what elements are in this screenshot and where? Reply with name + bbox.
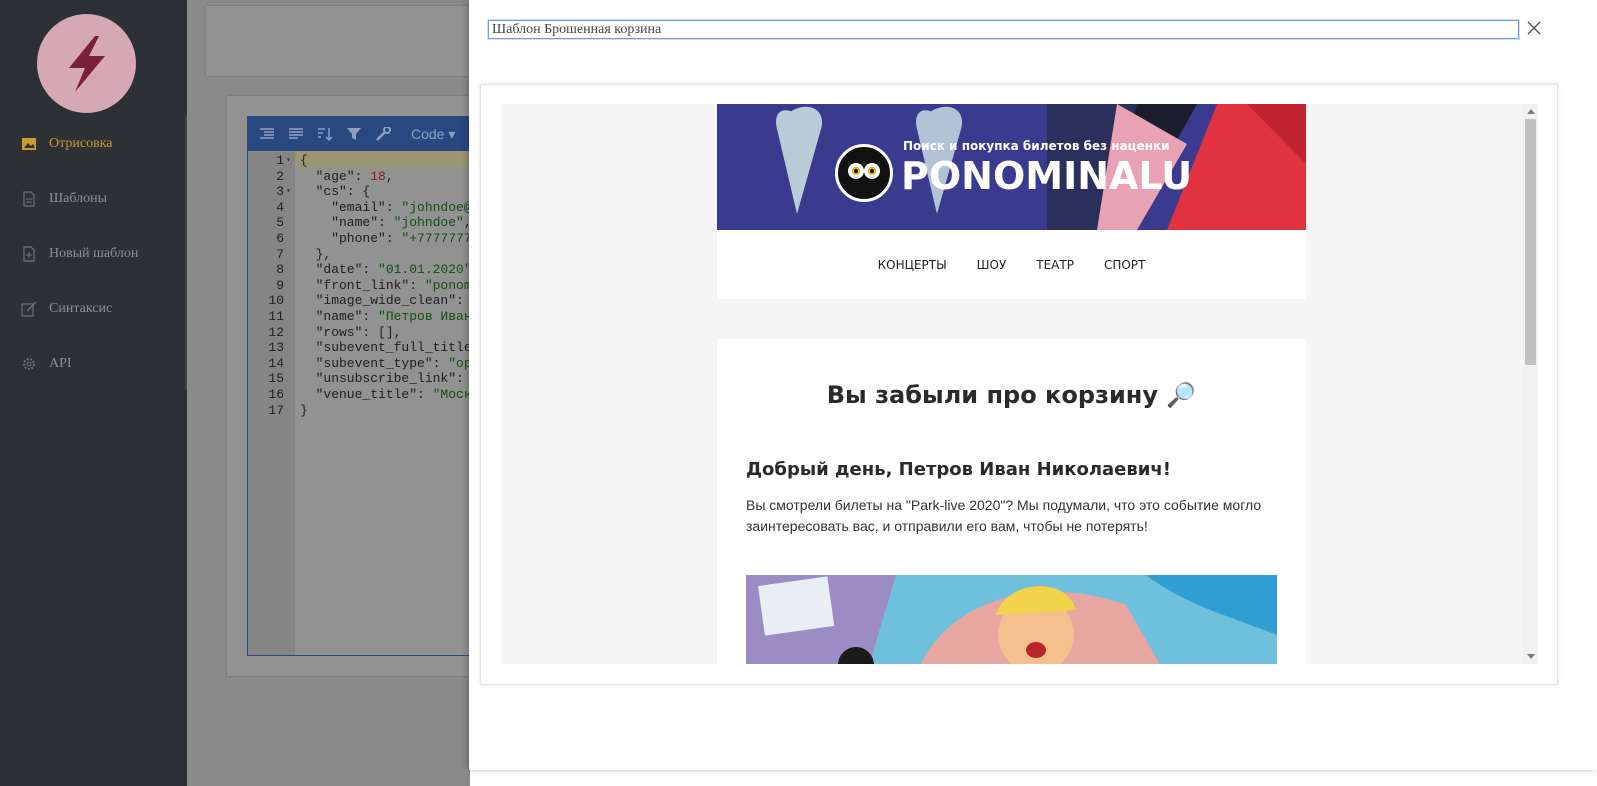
code-text: "subevent_type": "op <box>300 355 472 371</box>
image-icon <box>21 136 37 152</box>
code-text: }, <box>300 246 332 262</box>
sidebar-item-render[interactable]: Отрисовка <box>0 124 187 164</box>
file-plus-icon <box>21 246 37 262</box>
code-text: "rows": [], <box>300 324 402 340</box>
edit-icon <box>21 301 37 317</box>
code-text: "name": "johndoe", <box>300 215 472 231</box>
sidebar-item-label: Новый шаблон <box>49 246 139 261</box>
code-text: { <box>300 153 308 168</box>
line-number: 3 <box>276 184 284 200</box>
scroll-down-icon[interactable] <box>1527 654 1535 659</box>
code-text: "email": "johndoe@ <box>300 199 472 215</box>
close-icon[interactable] <box>1524 18 1544 38</box>
line-number: 10 <box>268 293 284 309</box>
line-number: 17 <box>268 402 284 418</box>
line-number: 15 <box>268 371 284 387</box>
sidebar-item-label: Синтаксис <box>49 301 113 316</box>
sort-icon[interactable] <box>312 122 337 147</box>
scroll-thumb[interactable] <box>1525 119 1536 365</box>
email-banner[interactable]: Поиск и покупка билетов без наценки PONO… <box>717 104 1306 230</box>
email-greeting: Добрый день, Петров Иван Николаевич! <box>746 459 1171 480</box>
line-number: 1 <box>276 153 284 168</box>
code-text: "unsubscribe_link": <box>300 371 464 387</box>
code-text: "image_wide_clean": <box>300 293 464 309</box>
template-title-input[interactable] <box>487 19 1520 40</box>
active-line-highlight <box>295 151 476 167</box>
fold-toggle-icon[interactable]: ▾ <box>286 184 291 200</box>
email-preview[interactable]: Поиск и покупка билетов без наценки PONO… <box>501 104 1538 664</box>
sidebar-item-templates[interactable]: Шаблоны <box>0 179 187 219</box>
line-number: 12 <box>268 324 284 340</box>
sidebar-item-label: Отрисовка <box>49 136 113 151</box>
code-area[interactable]: 1 ▾{2 "age": 18, 3 ▾ "cs": {4 "email": "joh… <box>248 151 476 655</box>
email-body-text: Вы смотрели билеты на "Park-live 2020"? … <box>746 497 1262 534</box>
gear-icon <box>21 356 37 372</box>
line-number: 5 <box>276 215 284 231</box>
sidebar: Отрисовка Шаблоны Новый шаблон Синтаксис… <box>0 0 187 786</box>
code-text: "date": "01.01.2020" <box>300 262 472 278</box>
sidebar-item-label: Шаблоны <box>49 191 107 206</box>
code-text: "age": 18, <box>300 168 394 184</box>
sidebar-item-api[interactable]: API <box>0 344 187 384</box>
file-icon <box>21 191 37 207</box>
compact-icon[interactable] <box>283 122 308 147</box>
template-preview-dialog: Поиск и покупка билетов без наценки PONO… <box>469 0 1597 770</box>
sidebar-item-label: API <box>49 356 72 371</box>
email-nav: КОНЦЕРТЫ ШОУ ТЕАТР СПОРТ <box>717 230 1306 299</box>
line-number: 8 <box>276 262 284 278</box>
email-heading: Вы забыли про корзину 🔎 <box>826 381 1197 409</box>
code-text: "subevent_full_title <box>300 340 472 356</box>
owl-logo-icon <box>835 144 893 202</box>
sidebar-item-syntax[interactable]: Синтаксис <box>0 289 187 329</box>
nav-link-show[interactable]: ШОУ <box>977 258 1007 272</box>
lightning-icon <box>69 36 105 92</box>
nav-link-sport[interactable]: СПОРТ <box>1104 258 1145 272</box>
preview-scrollbar[interactable] <box>1523 104 1538 664</box>
code-text: "venue_title": "Моск <box>300 387 472 402</box>
preview-frame: Поиск и покупка билетов без наценки PONO… <box>480 84 1558 685</box>
code-text: "name": "Петров Иван <box>300 309 472 324</box>
code-text: "phone": "+7777777 <box>300 231 472 246</box>
code-text: "front_link": "ponom <box>300 277 472 293</box>
line-number: 13 <box>268 340 284 356</box>
email-content: Вы забыли про корзину 🔎 Добрый день, Пет… <box>717 339 1306 664</box>
line-number: 4 <box>276 199 284 215</box>
top-panel <box>206 6 476 76</box>
mode-dropdown[interactable]: Code ▾ <box>411 126 455 143</box>
format-icon[interactable] <box>254 122 279 147</box>
code-text: } <box>300 402 308 418</box>
nav-link-theatre[interactable]: ТЕАТР <box>1036 258 1074 272</box>
banner-tagline: Поиск и покупка билетов без наценки <box>903 139 1170 153</box>
app-logo[interactable] <box>37 14 136 113</box>
line-number: 14 <box>268 355 284 371</box>
line-number: 2 <box>276 168 284 184</box>
filter-icon[interactable] <box>341 122 366 147</box>
line-number: 16 <box>268 387 284 402</box>
sidebar-item-new-template[interactable]: Новый шаблон <box>0 234 187 274</box>
line-number: 7 <box>276 246 284 262</box>
fold-toggle-icon[interactable]: ▾ <box>286 153 291 169</box>
editor-toolbar: Code ▾ <box>248 117 476 151</box>
line-number: 9 <box>276 277 284 293</box>
line-number: 11 <box>268 309 284 324</box>
scroll-up-icon[interactable] <box>1527 109 1535 114</box>
wrench-icon[interactable] <box>370 122 395 147</box>
line-number: 6 <box>276 231 284 246</box>
brand-wordmark: PONOMINALU <box>901 154 1193 198</box>
event-image[interactable] <box>746 575 1277 664</box>
nav-link-concerts[interactable]: КОНЦЕРТЫ <box>878 258 947 272</box>
code-text: "cs": { <box>300 184 371 200</box>
json-editor[interactable]: Code ▾ 1 ▾{2 "age": 18, 3 ▾ "cs": {4 "email… <box>247 116 477 656</box>
